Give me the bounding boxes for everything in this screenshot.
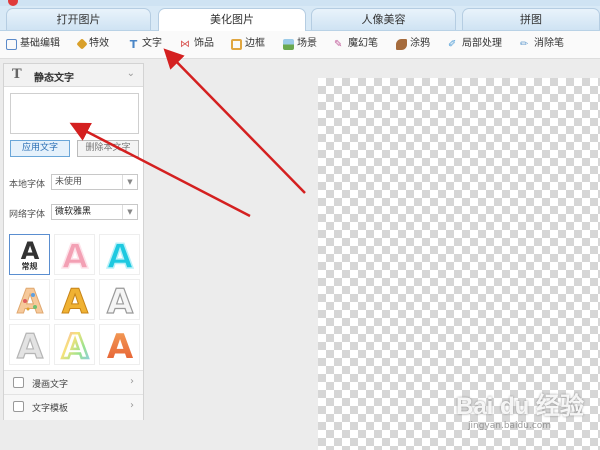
tool-label: 涂鸦	[410, 38, 430, 49]
tool-accessory[interactable]: ⋈ 饰品	[180, 36, 214, 52]
style-caption: 常规	[21, 262, 38, 271]
doodle-icon	[396, 38, 407, 50]
svg-text:A: A	[61, 238, 88, 272]
letter-a-icon: A	[106, 238, 135, 272]
chevron-down-icon: ▼	[122, 205, 137, 219]
letter-a-icon: A	[106, 328, 133, 362]
text-style-orange[interactable]: A	[99, 324, 140, 365]
tool-local-process[interactable]: ✐ 局部处理	[448, 36, 502, 52]
local-font-select[interactable]: 未使用 ▼	[51, 174, 138, 190]
tool-label: 边框	[245, 38, 265, 49]
svg-text:A: A	[16, 283, 43, 317]
tool-label: 魔幻笔	[348, 38, 378, 49]
letter-a-icon: A	[20, 238, 39, 262]
tool-label: 局部处理	[462, 38, 502, 49]
text-style-dotted[interactable]: A	[9, 279, 50, 320]
web-font-select[interactable]: 微软雅黑 ▼	[51, 204, 138, 220]
local-process-icon: ✐	[448, 38, 457, 50]
text-icon: T	[129, 37, 138, 51]
tool-label: 饰品	[194, 38, 214, 49]
svg-text:A: A	[20, 238, 39, 262]
text-style-grey[interactable]: A	[9, 324, 50, 365]
local-font-value: 未使用	[55, 177, 83, 187]
tool-label: 消除笔	[534, 38, 564, 49]
tool-effects[interactable]: 特效	[76, 36, 109, 52]
tool-text[interactable]: T 文字	[128, 36, 162, 52]
chevron-down-icon[interactable]: ⌄	[127, 68, 135, 79]
text-style-regular[interactable]: A 常规	[9, 234, 50, 275]
text-style-grid: A 常规 A A A A A A A A	[9, 234, 141, 365]
tool-label: 基础编辑	[20, 38, 60, 49]
watermark-sub: jingyan.baidu.com	[468, 421, 552, 431]
svg-text:A: A	[106, 328, 133, 362]
panel-header[interactable]: T 静态文字 ⌄	[4, 64, 143, 87]
tool-frame[interactable]: 边框	[231, 36, 265, 52]
text-style-gold[interactable]: A	[54, 279, 95, 320]
tab-open-image[interactable]: 打开图片	[6, 8, 151, 30]
svg-text:A: A	[106, 283, 133, 317]
text-template-row[interactable]: 文字模板 ›	[4, 394, 143, 420]
accessory-icon: ⋈	[180, 38, 190, 50]
tool-magic-pen[interactable]: ✎ 魔幻笔	[334, 36, 378, 52]
tool-scene[interactable]: 场景	[283, 36, 317, 52]
letter-a-icon: A	[61, 283, 89, 317]
arrow-to-text-tool	[163, 48, 306, 194]
text-style-pink[interactable]: A	[54, 234, 95, 275]
tab-portrait[interactable]: 人像美容	[311, 8, 456, 30]
basic-edit-icon	[6, 38, 17, 50]
magic-pen-icon: ✎	[334, 38, 343, 50]
svg-text:A: A	[61, 283, 88, 317]
tool-label: 文字	[142, 38, 162, 49]
watermark-main: Bai du 经验	[456, 393, 585, 420]
tab-collage[interactable]: 拼图	[462, 8, 600, 30]
tool-bar: 基础编辑 特效 T 文字 ⋈ 饰品 边框 场景 ✎ 魔幻笔 涂鸦 ✐ 局部处理 …	[0, 31, 600, 59]
tool-label: 特效	[89, 38, 109, 49]
text-template-icon	[13, 401, 24, 412]
letter-a-icon: A	[16, 328, 44, 362]
text-style-cyan[interactable]: A	[99, 234, 140, 275]
text-template-label: 文字模板	[32, 404, 69, 414]
text-style-silver[interactable]: A	[99, 279, 140, 320]
comic-text-row[interactable]: 漫画文字 ›	[4, 370, 143, 395]
letter-a-icon: A	[106, 283, 134, 317]
tool-label: 场景	[297, 38, 317, 49]
panel-title: 静态文字	[34, 73, 74, 84]
text-type-icon: T	[12, 67, 22, 82]
web-font-value: 微软雅黑	[55, 207, 92, 217]
chevron-right-icon: ›	[130, 376, 134, 387]
tool-basic-edit[interactable]: 基础编辑	[6, 36, 60, 52]
delete-text-button[interactable]: 删除本文字	[77, 140, 139, 157]
svg-text:A: A	[106, 238, 133, 272]
watermark: Bai du 经验 jingyan.baidu.com	[456, 386, 584, 431]
web-font-label: 网络字体	[9, 210, 46, 220]
letter-a-icon: A	[60, 328, 90, 362]
frame-icon	[231, 38, 242, 50]
apply-text-button[interactable]: 应用文字	[10, 140, 70, 157]
text-input[interactable]	[10, 93, 139, 134]
comic-text-label: 漫画文字	[32, 380, 69, 390]
scene-icon	[283, 38, 294, 50]
letter-a-icon: A	[16, 283, 44, 317]
main-tab-bar: 打开图片 美化图片 人像美容 拼图	[0, 6, 600, 31]
tool-doodle[interactable]: 涂鸦	[396, 36, 430, 52]
text-panel: T 静态文字 ⌄ 应用文字 删除本文字 本地字体 未使用 ▼ 网络字体 微软雅黑…	[3, 63, 144, 420]
svg-text:A: A	[61, 328, 88, 362]
eraser-pen-icon: ✏	[520, 38, 529, 50]
tab-beautify-image[interactable]: 美化图片	[158, 8, 306, 31]
svg-text:A: A	[16, 328, 43, 362]
chevron-down-icon: ▼	[122, 175, 137, 189]
chevron-right-icon: ›	[130, 400, 134, 411]
tool-eraser-pen[interactable]: ✏ 消除笔	[520, 36, 564, 52]
effects-icon	[76, 38, 88, 50]
local-font-label: 本地字体	[9, 180, 46, 190]
letter-a-icon: A	[61, 238, 90, 272]
text-style-rainbow[interactable]: A	[54, 324, 95, 365]
comic-text-icon	[13, 377, 24, 388]
